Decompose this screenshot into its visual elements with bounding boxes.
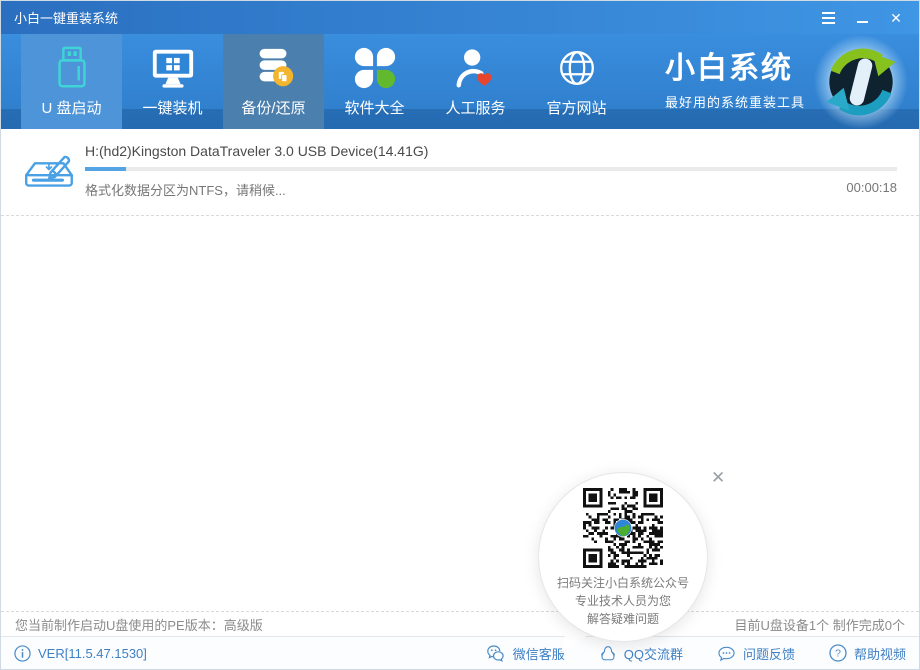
window-title: 小白一键重装系统 bbox=[14, 8, 118, 27]
brand-area: 小白系统 最好用的系统重装工具 bbox=[665, 34, 909, 129]
popup-line-1: 扫码关注小白系统公众号 bbox=[539, 574, 707, 592]
version-info[interactable]: VER[11.5.47.1530] bbox=[14, 645, 147, 662]
tab-human-service[interactable]: 人工服务 bbox=[425, 34, 526, 129]
usb-drive-icon bbox=[49, 42, 95, 94]
section-separator bbox=[1, 215, 919, 216]
progress-bar bbox=[85, 167, 897, 171]
popup-text: 扫码关注小白系统公众号 专业技术人员为您 解答疑难问题 bbox=[539, 574, 707, 628]
progress-fill bbox=[85, 167, 126, 171]
link-help-video[interactable]: ? 帮助视频 bbox=[829, 644, 906, 663]
qr-popup: 扫码关注小白系统公众号 专业技术人员为您 解答疑难问题 ✕ bbox=[538, 463, 743, 668]
tab-label: 官方网站 bbox=[546, 97, 606, 118]
qr-center-logo bbox=[614, 519, 632, 537]
progress-body: H:(hd2)Kingston DataTraveler 3.0 USB Dev… bbox=[85, 143, 897, 202]
minimize-icon[interactable] bbox=[852, 8, 872, 28]
software-clover-icon bbox=[352, 42, 398, 94]
progress-status-text: 格式化数据分区为NTFS，请稍候... bbox=[85, 180, 286, 199]
title-bar: 小白一键重装系统 ✕ bbox=[1, 1, 919, 34]
brand-name: 小白系统 bbox=[665, 52, 805, 85]
nav-bar: U 盘启动 一键装机 bbox=[1, 34, 919, 129]
pe-version-text: 您当前制作启动U盘使用的PE版本：高级版 bbox=[15, 615, 263, 634]
monitor-install-icon bbox=[150, 42, 196, 94]
tab-software[interactable]: 软件大全 bbox=[324, 34, 425, 129]
brand-text: 小白系统 最好用的系统重装工具 bbox=[665, 52, 805, 111]
status-bar: 您当前制作启动U盘使用的PE版本：高级版 目前U盘设备1个 制作完成0个 bbox=[1, 611, 919, 636]
footer-bar: VER[11.5.47.1530] 微信客服 QQ交流群 bbox=[1, 636, 919, 669]
nav-tabs: U 盘启动 一键装机 bbox=[21, 34, 627, 129]
progress-row: H:(hd2)Kingston DataTraveler 3.0 USB Dev… bbox=[1, 129, 919, 202]
version-text: VER[11.5.47.1530] bbox=[38, 646, 147, 661]
popup-circle: 扫码关注小白系统公众号 专业技术人员为您 解答疑难问题 bbox=[538, 472, 708, 642]
tab-label: U 盘启动 bbox=[41, 97, 101, 118]
disk-write-icon bbox=[21, 143, 81, 202]
window-controls: ✕ bbox=[818, 8, 906, 28]
tab-usb-boot[interactable]: U 盘启动 bbox=[21, 34, 122, 129]
link-label: 帮助视频 bbox=[854, 644, 906, 663]
device-title: H:(hd2)Kingston DataTraveler 3.0 USB Dev… bbox=[85, 143, 897, 159]
usb-count-text: 目前U盘设备1个 制作完成0个 bbox=[735, 615, 905, 634]
backup-restore-icon bbox=[251, 42, 297, 94]
close-icon[interactable]: ✕ bbox=[886, 8, 906, 28]
brand-tagline: 最好用的系统重装工具 bbox=[665, 92, 805, 111]
link-label: 问题反馈 bbox=[743, 644, 795, 663]
globe-icon bbox=[554, 42, 600, 94]
main-content: H:(hd2)Kingston DataTraveler 3.0 USB Dev… bbox=[1, 129, 919, 611]
info-icon bbox=[14, 645, 31, 662]
support-person-icon bbox=[453, 42, 499, 94]
menu-icon[interactable] bbox=[818, 8, 838, 28]
wechat-icon bbox=[486, 644, 506, 662]
svg-text:?: ? bbox=[835, 648, 841, 660]
tab-one-click-install[interactable]: 一键装机 bbox=[122, 34, 223, 129]
tab-label: 软件大全 bbox=[344, 97, 404, 118]
elapsed-time: 00:00:18 bbox=[846, 180, 897, 199]
tab-label: 备份/还原 bbox=[241, 97, 305, 118]
popup-line-2: 专业技术人员为您 bbox=[539, 592, 707, 610]
tab-official-site[interactable]: 官方网站 bbox=[526, 34, 627, 129]
tab-backup-restore[interactable]: 备份/还原 bbox=[223, 34, 324, 129]
help-question-icon: ? bbox=[829, 644, 847, 662]
tab-label: 一键装机 bbox=[142, 97, 202, 118]
tab-label: 人工服务 bbox=[445, 97, 505, 118]
popup-line-3: 解答疑难问题 bbox=[539, 610, 707, 628]
qr-code bbox=[583, 488, 663, 568]
popup-close-icon[interactable]: ✕ bbox=[711, 469, 725, 486]
sync-arrows-logo bbox=[813, 34, 909, 130]
